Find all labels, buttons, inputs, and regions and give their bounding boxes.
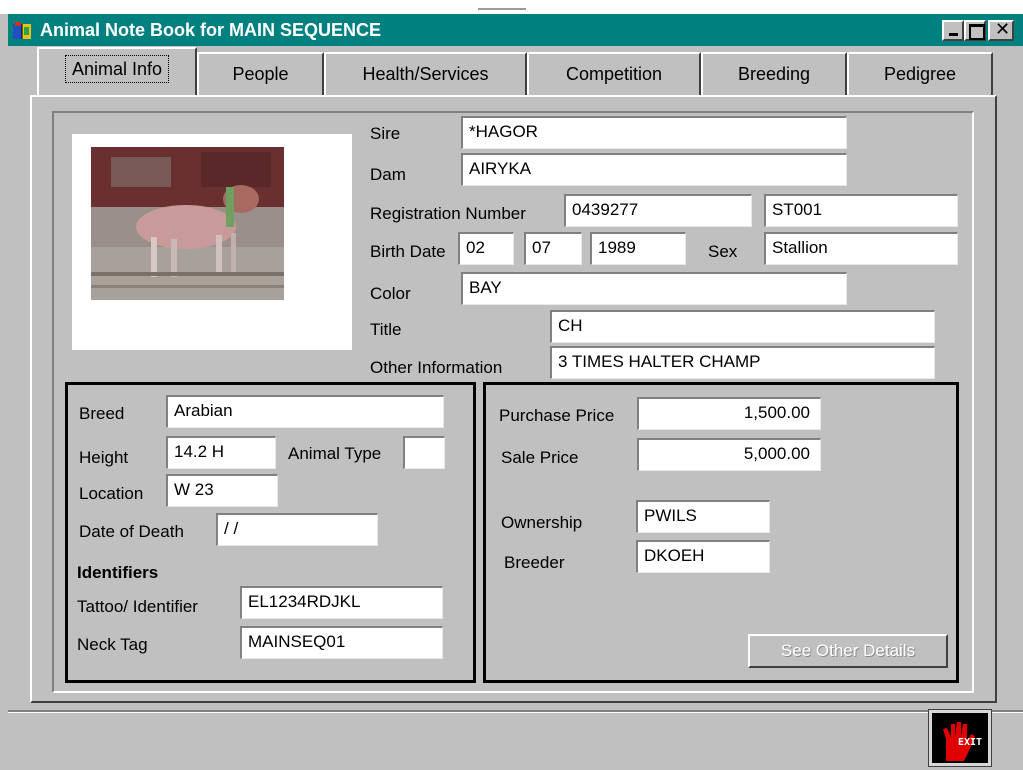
dam-field[interactable]: AIRYKA: [461, 153, 847, 186]
sire-label: Sire: [370, 124, 401, 143]
registration-number-field[interactable]: 0439277: [564, 194, 752, 227]
purchase-price-label: Purchase Price: [499, 406, 615, 425]
height-field[interactable]: 14.2 H: [166, 436, 276, 469]
neck-tag-field[interactable]: MAINSEQ01: [240, 626, 443, 659]
exit-label: EXIT: [958, 737, 983, 748]
tab-competition-label: Competition: [565, 64, 663, 84]
date-of-death-field[interactable]: / /: [216, 513, 378, 546]
height-label: Height: [79, 448, 129, 467]
title-label: Title: [370, 320, 402, 339]
birth-month-field[interactable]: 02: [458, 232, 514, 265]
other-information-label: Other Information: [370, 358, 503, 377]
birth-date-label: Birth Date: [370, 242, 446, 261]
desktop-top-strip: [0, 0, 1023, 14]
tab-people-label: People: [232, 64, 289, 84]
tab-health-services-label: Health/Services: [362, 64, 489, 84]
sire-field[interactable]: *HAGOR: [461, 116, 847, 149]
birth-day-field[interactable]: 07: [524, 232, 582, 265]
location-field[interactable]: W 23: [166, 474, 278, 507]
ownership-label: Ownership: [501, 513, 583, 532]
window-title: Animal Note Book for MAIN SEQUENCE: [40, 20, 382, 40]
tab-breeding[interactable]: Breeding: [701, 52, 847, 96]
purchase-price-field[interactable]: 1,500.00: [637, 397, 821, 430]
neck-tag-label: Neck Tag: [77, 635, 148, 654]
sex-label: Sex: [708, 242, 738, 261]
see-other-details-button[interactable]: See Other Details: [748, 634, 948, 668]
breed-field[interactable]: Arabian: [166, 395, 444, 428]
color-label: Color: [370, 284, 411, 303]
date-of-death-label: Date of Death: [79, 522, 184, 541]
maximize-button[interactable]: [964, 20, 986, 41]
other-information-field[interactable]: 3 TIMES HALTER CHAMP: [550, 346, 935, 379]
bottom-separator-highlight: [8, 712, 1023, 713]
sex-field[interactable]: Stallion: [764, 232, 958, 265]
tab-pedigree[interactable]: Pedigree: [847, 52, 993, 96]
sale-price-field[interactable]: 5,000.00: [637, 438, 821, 471]
color-field[interactable]: BAY: [461, 272, 847, 305]
tab-animal-info[interactable]: Animal Info: [37, 47, 197, 95]
tattoo-identifier-field[interactable]: EL1234RDJKL: [240, 586, 443, 619]
tab-breeding-label: Breeding: [737, 64, 811, 84]
tab-pedigree-label: Pedigree: [883, 64, 957, 84]
registration-number-label: Registration Number: [370, 204, 526, 223]
animal-type-field[interactable]: [403, 436, 445, 469]
breeder-field[interactable]: DKOEH: [636, 540, 770, 573]
app-book-icon: [13, 22, 31, 39]
top-strip-mark: [478, 8, 526, 10]
title-field[interactable]: CH: [550, 310, 935, 343]
birth-year-field[interactable]: 1989: [590, 232, 686, 265]
identifiers-heading: Identifiers: [77, 563, 159, 582]
tab-people[interactable]: People: [197, 52, 324, 96]
sale-price-label: Sale Price: [501, 448, 579, 467]
tab-competition[interactable]: Competition: [527, 52, 701, 96]
ownership-field[interactable]: PWILS: [636, 500, 770, 533]
dam-label: Dam: [370, 165, 406, 184]
breeder-label: Breeder: [504, 553, 565, 572]
window-titlebar[interactable]: Animal Note Book for MAIN SEQUENCE ✕: [8, 14, 1023, 46]
tattoo-identifier-label: Tattoo/ Identifier: [77, 597, 198, 616]
minimize-button[interactable]: [942, 20, 964, 41]
location-label: Location: [79, 484, 144, 503]
animal-type-label: Animal Type: [288, 444, 382, 463]
registration-code-field[interactable]: ST001: [764, 194, 958, 227]
breed-label: Breed: [79, 404, 125, 423]
tab-health-services[interactable]: Health/Services: [324, 52, 527, 96]
animal-photo: [91, 147, 284, 300]
tab-animal-info-label: Animal Info: [64, 55, 170, 83]
close-button[interactable]: ✕: [988, 20, 1014, 41]
exit-button[interactable]: EXIT: [928, 709, 992, 767]
close-icon: ✕: [995, 19, 1011, 40]
